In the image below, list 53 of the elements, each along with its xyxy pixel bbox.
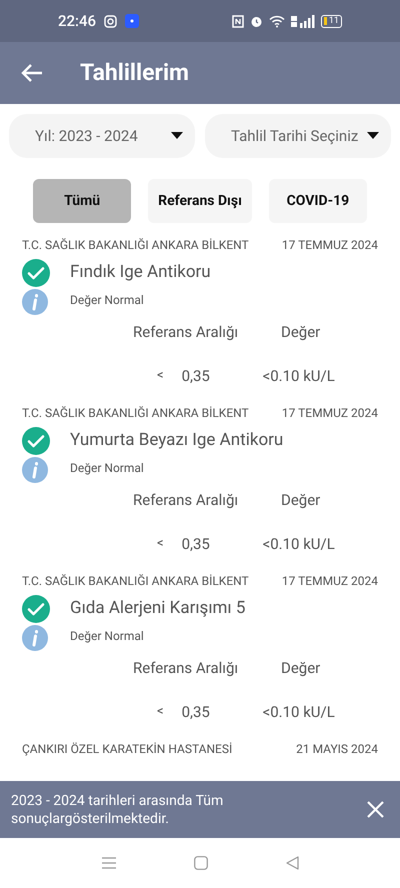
broadcast-icon bbox=[125, 14, 140, 28]
test-name: Fındık Ige Antikoru bbox=[70, 261, 211, 284]
dropdown[interactable]: Tahlil Tarihi Seçiniz bbox=[205, 114, 391, 158]
hospital-name: T.C. SAĞLIK BAKANLIĞI ANKARA BİLKENT bbox=[22, 237, 249, 254]
dropdown-arrow-icon bbox=[171, 132, 183, 140]
result-date: 17 TEMMUZ 2024 bbox=[282, 573, 378, 590]
wifi-icon bbox=[268, 14, 285, 28]
dropdown-arrow-icon bbox=[367, 132, 379, 140]
reference-range: 0,35 bbox=[182, 366, 211, 386]
result-value: <0.10 kU/L bbox=[262, 702, 335, 722]
dropdown[interactable]: Yıl: 2023 - 2024 bbox=[9, 114, 195, 158]
result-status: Değer Normal bbox=[70, 292, 144, 309]
column-header: Değer bbox=[281, 658, 320, 679]
page-title: Tahlillerim bbox=[80, 58, 189, 88]
result-status: Değer Normal bbox=[70, 460, 144, 477]
filter-tab[interactable]: COVID-19 bbox=[268, 179, 367, 223]
range-operator: < bbox=[157, 703, 164, 721]
back-icon[interactable] bbox=[286, 856, 298, 870]
hospital-name: T.C. SAĞLIK BAKANLIĞI ANKARA BİLKENT bbox=[22, 405, 249, 422]
result-value: <0.10 kU/L bbox=[262, 366, 335, 386]
hospital-name: T.C. SAĞLIK BAKANLIĞI ANKARA BİLKENT bbox=[22, 573, 249, 590]
status-time: 22:46 bbox=[58, 10, 96, 32]
nfc-icon bbox=[232, 14, 244, 28]
hospital-name: ÇANKIRI ÖZEL KARATEKİN HASTANESİ bbox=[22, 741, 232, 758]
result-date: 17 TEMMUZ 2024 bbox=[282, 237, 378, 254]
column-header: Referans Aralığı bbox=[133, 658, 240, 679]
reference-range: 0,35 bbox=[182, 702, 211, 722]
reference-range: 0,35 bbox=[182, 534, 211, 554]
signal-icon bbox=[290, 14, 315, 28]
column-header: Değer bbox=[281, 322, 320, 343]
result-date: 17 TEMMUZ 2024 bbox=[282, 405, 378, 422]
column-header: Referans Aralığı bbox=[133, 322, 240, 343]
snackbar-message: 2023 - 2024 tarihleri arasında Tüm sonuçlargösterilmektedir. bbox=[11, 792, 224, 828]
range-operator: < bbox=[157, 535, 164, 553]
filter-tab[interactable]: Referans Dışı bbox=[148, 179, 252, 223]
camera-icon bbox=[104, 14, 118, 28]
test-name: Gıda Alerjeni Karışımı 5 bbox=[70, 597, 246, 620]
info-icon[interactable] bbox=[22, 457, 48, 483]
info-icon[interactable] bbox=[22, 625, 48, 651]
close-button[interactable] bbox=[364, 798, 386, 820]
battery-level: 11 bbox=[328, 16, 339, 26]
column-header: Referans Aralığı bbox=[133, 490, 240, 511]
filter-tab[interactable]: Tümü bbox=[33, 179, 132, 223]
menu-icon[interactable] bbox=[102, 857, 116, 869]
column-header: Değer bbox=[281, 490, 320, 511]
alarm-icon bbox=[250, 14, 263, 28]
result-date: 21 MAYIS 2024 bbox=[296, 741, 378, 758]
home-icon[interactable] bbox=[194, 856, 208, 870]
info-icon[interactable] bbox=[22, 289, 48, 315]
range-operator: < bbox=[157, 367, 164, 385]
test-name: Yumurta Beyazı Ige Antikoru bbox=[70, 429, 284, 452]
result-value: <0.10 kU/L bbox=[262, 534, 335, 554]
result-status: Değer Normal bbox=[70, 628, 144, 645]
